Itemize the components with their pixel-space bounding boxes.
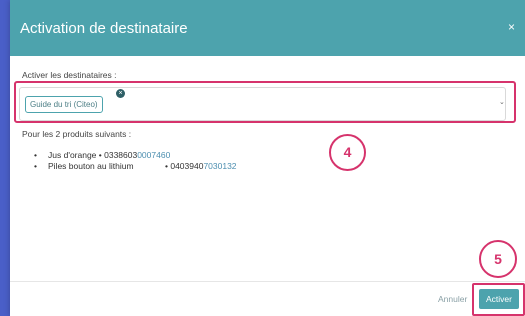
tag-remove-icon[interactable]: × [116, 89, 125, 98]
product-code-prefix: 0338603 [104, 150, 138, 160]
activate-button[interactable]: Activer [479, 289, 519, 309]
dialog-header: Activation de destinataire × [10, 0, 525, 56]
product-name: Jus d'orange [48, 150, 97, 160]
selected-recipient-tag: Guide du tri (Citeo) [25, 96, 103, 113]
step-5-annotation: 5 [479, 240, 517, 278]
step-4-annotation: 4 [329, 134, 366, 171]
close-icon[interactable]: × [508, 20, 515, 34]
list-item: • Jus d'orange • 03386030007460 [34, 150, 171, 160]
recipients-label: Activer les destinataires : [22, 70, 117, 80]
products-heading: Pour les 2 produits suivants : [22, 129, 132, 139]
product-list: • Jus d'orange • 03386030007460 • Piles bo… [34, 150, 237, 172]
footer-divider [10, 281, 525, 282]
chevron-down-icon[interactable]: ⌄ [499, 98, 505, 106]
product-code-prefix: 0403940 [170, 161, 204, 171]
product-code-suffix: 0007460 [137, 150, 171, 160]
product-code-suffix: 7030132 [203, 161, 237, 171]
product-name: Piles bouton au lithium [48, 161, 134, 171]
list-item: • Piles bouton au lithium • 04039407030132 [34, 161, 237, 171]
dialog-title: Activation de destinataire [20, 20, 188, 37]
backdrop-strip [0, 0, 10, 316]
cancel-button[interactable]: Annuler [438, 294, 467, 304]
